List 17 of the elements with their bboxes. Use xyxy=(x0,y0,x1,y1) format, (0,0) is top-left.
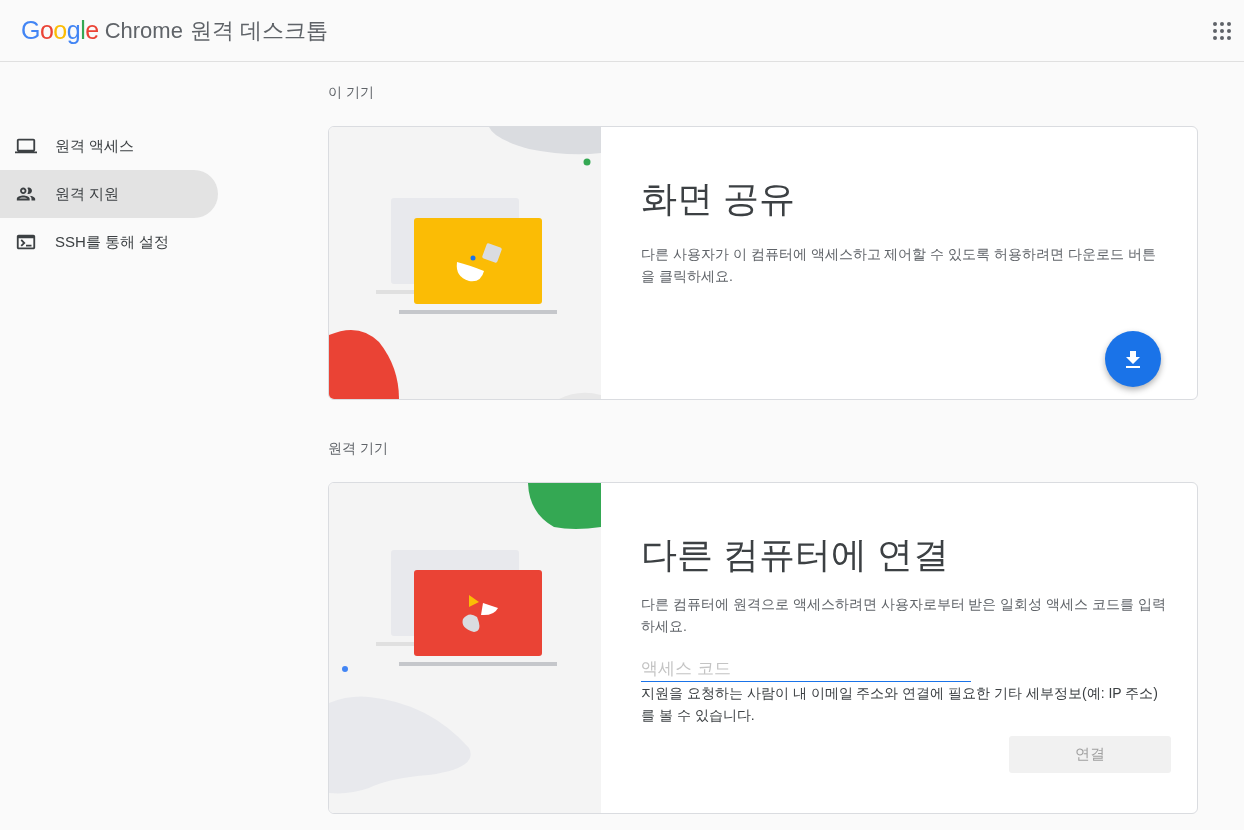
card-description: 다른 사용자가 이 컴퓨터에 액세스하고 제어할 수 있도록 허용하려면 다운로드 버튼을 클릭하세요. xyxy=(641,245,1157,286)
download-icon xyxy=(1126,350,1140,368)
product-name: Chrome xyxy=(104,17,183,44)
sidebar-item[interactable]: 원격 액세스 xyxy=(0,122,218,170)
google-logo: Google xyxy=(21,16,99,45)
section-heading: 이 기기 xyxy=(328,83,375,102)
card-title: 다른 컴퓨터에 연결 xyxy=(641,533,950,577)
download-button[interactable] xyxy=(1105,331,1161,387)
app-title: 원격 데스크톱 xyxy=(189,16,328,45)
sidebar-item[interactable]: 원격 지원 xyxy=(0,170,218,218)
apps-grid-icon[interactable] xyxy=(1212,20,1232,41)
card-title: 화면 공유 xyxy=(641,177,796,221)
section-heading: 원격 기기 xyxy=(328,439,389,458)
field-hint: 지원을 요청하는 사람이 내 이메일 주소와 연결에 필요한 기타 세부정보(예: IP 주소)를 볼 수 있습니다. xyxy=(641,684,1159,725)
access-code-field[interactable]: 액세스 코드 xyxy=(641,657,971,682)
sidebar-item[interactable]: SSH를 통해 설정 xyxy=(0,218,218,266)
card-description: 다른 컴퓨터에 원격으로 액세스하려면 사용자로부터 받은 일회성 액세스 코드를 입력하세요. xyxy=(641,595,1167,636)
